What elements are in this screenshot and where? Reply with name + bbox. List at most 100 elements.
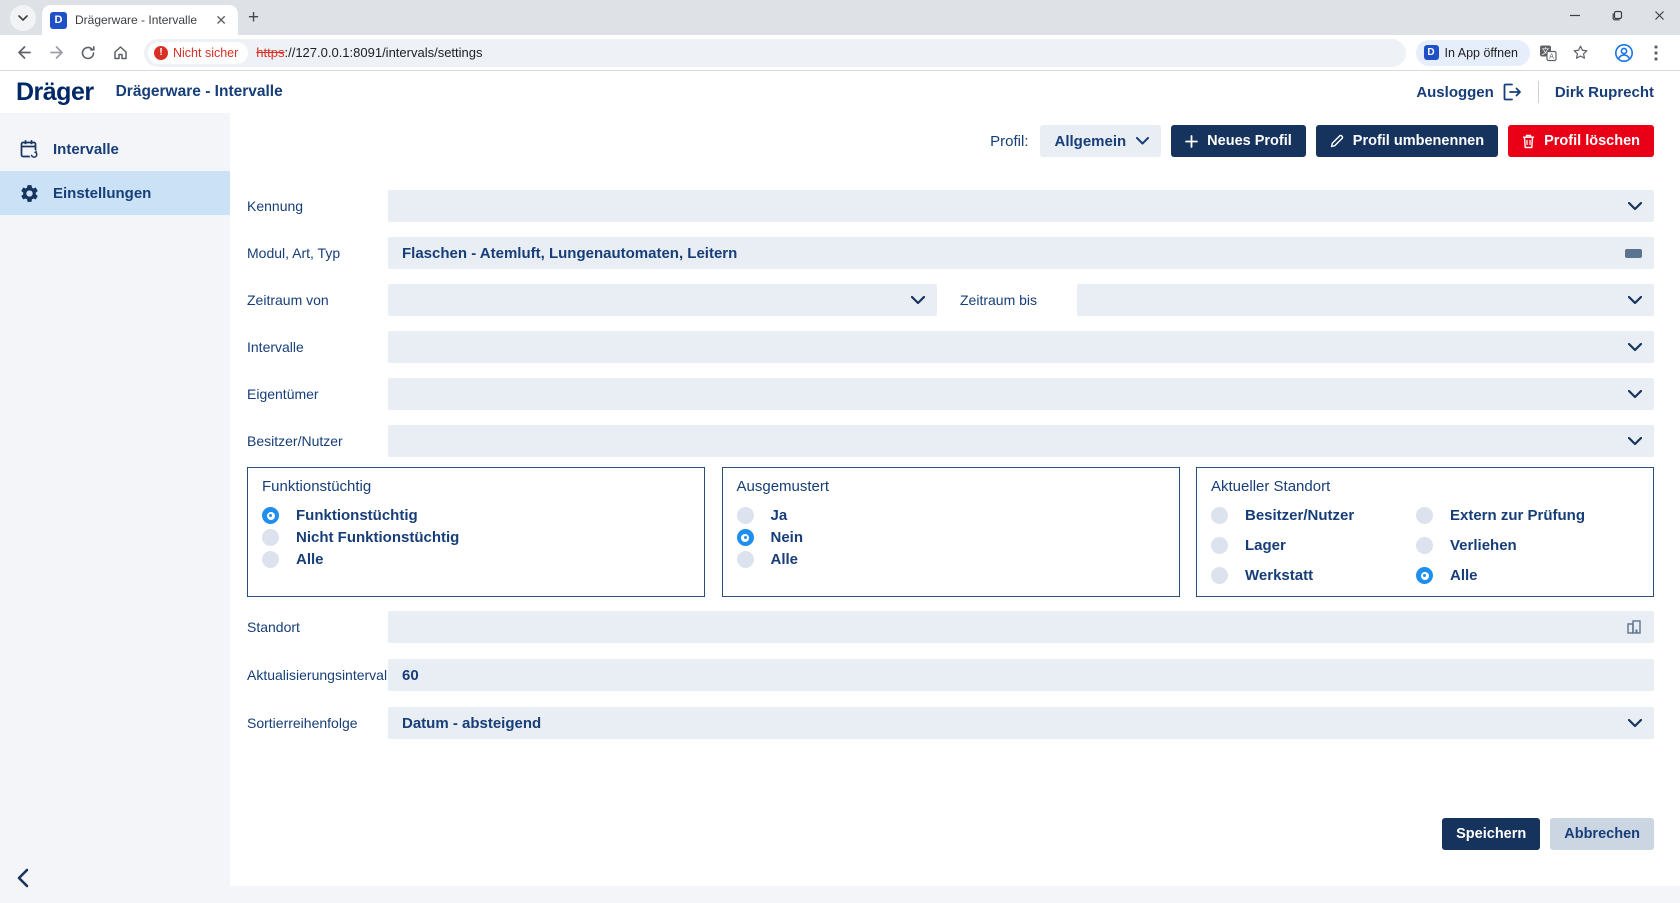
radio-icon[interactable] bbox=[1211, 567, 1228, 584]
new-tab-button[interactable]: + bbox=[248, 7, 259, 29]
profile-label: Profil: bbox=[990, 133, 1028, 150]
chevron-down-icon bbox=[1628, 296, 1642, 305]
radio-groups-row: Funktionstüchtig Funktionstüchtig Nicht … bbox=[247, 467, 1654, 597]
open-in-app-button[interactable]: D In App öffnen bbox=[1416, 40, 1530, 66]
radio-label: Alle bbox=[771, 551, 799, 568]
radio-option-nein[interactable]: Nein bbox=[737, 529, 1165, 546]
field-label: Kennung bbox=[247, 198, 388, 214]
tab-search-button[interactable] bbox=[10, 5, 36, 31]
radio-selected-icon[interactable] bbox=[1416, 567, 1433, 584]
radio-option-alle[interactable]: Alle bbox=[1416, 567, 1639, 584]
window-maximize-button[interactable] bbox=[1596, 0, 1638, 30]
radio-option-besitzer-nutzer[interactable]: Besitzer/Nutzer bbox=[1211, 507, 1416, 524]
chevron-down-icon bbox=[911, 296, 925, 305]
profile-avatar-button[interactable] bbox=[1610, 39, 1638, 67]
app-header: Dräger Drägerware - Intervalle Ausloggen… bbox=[0, 71, 1680, 113]
chevron-down-icon bbox=[1628, 390, 1642, 399]
besitzer-select[interactable] bbox=[388, 425, 1654, 457]
back-button[interactable] bbox=[10, 39, 38, 67]
forward-button[interactable] bbox=[42, 39, 70, 67]
modul-select[interactable]: Flaschen - Atemluft, Lungenautomaten, Le… bbox=[388, 237, 1654, 269]
radio-icon[interactable] bbox=[1416, 537, 1433, 554]
radio-option-extern-zur-pruefung[interactable]: Extern zur Prüfung bbox=[1416, 507, 1639, 524]
zeitraum-von-select[interactable] bbox=[388, 284, 937, 316]
group-title: Ausgemustert bbox=[737, 478, 1165, 495]
browser-tabstrip: D Drägerware - Intervalle ✕ + bbox=[0, 0, 1680, 35]
radio-label: Besitzer/Nutzer bbox=[1245, 507, 1354, 524]
radio-option-ja[interactable]: Ja bbox=[737, 507, 1165, 524]
radio-icon[interactable] bbox=[737, 551, 754, 568]
group-title: Funktionstüchtig bbox=[262, 478, 690, 495]
radio-option-lager[interactable]: Lager bbox=[1211, 537, 1416, 554]
draegerware-favicon: D bbox=[50, 12, 67, 29]
eigentuemer-select[interactable] bbox=[388, 378, 1654, 410]
rename-profile-label: Profil umbenennen bbox=[1353, 133, 1484, 149]
radio-option-alle[interactable]: Alle bbox=[262, 551, 690, 568]
window-minimize-button[interactable] bbox=[1554, 0, 1596, 30]
radio-icon[interactable] bbox=[737, 507, 754, 524]
form-actions: Speichern Abbrechen bbox=[247, 818, 1654, 850]
delete-profile-button[interactable]: Profil löschen bbox=[1508, 125, 1654, 157]
intervalle-select[interactable] bbox=[388, 331, 1654, 363]
draeger-logo: Dräger bbox=[16, 78, 94, 107]
aktualisierungsintervall-input[interactable]: 60 bbox=[388, 659, 1654, 691]
field-label: Intervalle bbox=[247, 339, 388, 355]
field-label: Sortierreihenfolge bbox=[247, 715, 388, 731]
rename-profile-button[interactable]: Profil umbenennen bbox=[1316, 125, 1498, 157]
sidebar: Intervalle Einstellungen bbox=[0, 113, 230, 903]
app-icon: D bbox=[1424, 45, 1439, 60]
sortierreihenfolge-select[interactable]: Datum - absteigend bbox=[388, 707, 1654, 739]
radio-label: Nein bbox=[771, 529, 804, 546]
kennung-select[interactable] bbox=[388, 190, 1654, 222]
tab-close-icon[interactable]: ✕ bbox=[212, 12, 230, 29]
radio-selected-icon[interactable] bbox=[262, 507, 279, 524]
calendar-sync-icon bbox=[18, 139, 40, 160]
address-bar[interactable]: ! Nicht sicher https://127.0.0.1:8091/in… bbox=[144, 39, 1406, 67]
radio-icon[interactable] bbox=[1416, 507, 1433, 524]
form-row-standort: Standort bbox=[247, 611, 1654, 643]
form-row-kennung: Kennung bbox=[247, 190, 1654, 222]
sidebar-item-einstellungen[interactable]: Einstellungen bbox=[0, 171, 230, 215]
profile-toolbar: Profil: Allgemein Neues Profil Profil um… bbox=[247, 125, 1654, 157]
sidebar-collapse-button[interactable] bbox=[16, 868, 29, 893]
header-divider bbox=[1538, 81, 1539, 103]
chevron-down-icon bbox=[1136, 137, 1149, 145]
browser-menu-button[interactable] bbox=[1642, 39, 1670, 67]
zeitraum-bis-select[interactable] bbox=[1077, 284, 1654, 316]
logout-label: Ausloggen bbox=[1416, 84, 1494, 101]
radio-icon[interactable] bbox=[262, 529, 279, 546]
chevron-down-icon bbox=[1628, 343, 1642, 352]
form-row-sortierreihenfolge: Sortierreihenfolge Datum - absteigend bbox=[247, 707, 1654, 739]
bookmark-button[interactable] bbox=[1566, 39, 1594, 67]
logout-button[interactable]: Ausloggen bbox=[1416, 83, 1522, 101]
standort-picker[interactable] bbox=[388, 611, 1654, 643]
home-button[interactable] bbox=[106, 39, 134, 67]
translate-button[interactable]: 文A bbox=[1534, 39, 1562, 67]
radio-option-werkstatt[interactable]: Werkstatt bbox=[1211, 567, 1416, 584]
trash-icon bbox=[1522, 134, 1535, 149]
field-label: Eigentümer bbox=[247, 386, 388, 402]
security-badge[interactable]: ! Nicht sicher bbox=[148, 42, 248, 64]
radio-icon[interactable] bbox=[1211, 537, 1228, 554]
new-profile-button[interactable]: Neues Profil bbox=[1171, 125, 1306, 157]
browser-tab[interactable]: D Drägerware - Intervalle ✕ bbox=[42, 5, 238, 35]
user-name: Dirk Ruprecht bbox=[1555, 84, 1654, 101]
maximize-icon bbox=[1612, 10, 1623, 21]
radio-option-verliehen[interactable]: Verliehen bbox=[1416, 537, 1639, 554]
group-aktueller-standort: Aktueller Standort Besitzer/Nutzer Exter… bbox=[1196, 467, 1654, 597]
field-label: Standort bbox=[247, 619, 388, 635]
window-close-button[interactable] bbox=[1638, 0, 1680, 30]
radio-option-alle[interactable]: Alle bbox=[737, 551, 1165, 568]
sidebar-item-intervalle[interactable]: Intervalle bbox=[0, 127, 230, 171]
profile-select[interactable]: Allgemein bbox=[1040, 125, 1161, 157]
radio-icon[interactable] bbox=[1211, 507, 1228, 524]
cancel-button[interactable]: Abbrechen bbox=[1550, 818, 1654, 850]
radio-selected-icon[interactable] bbox=[737, 529, 754, 546]
reload-button[interactable] bbox=[74, 39, 102, 67]
radio-icon[interactable] bbox=[262, 551, 279, 568]
radio-option-nicht-funktionstuechtig[interactable]: Nicht Funktionstüchtig bbox=[262, 529, 690, 546]
group-ausgemustert: Ausgemustert Ja Nein Alle bbox=[722, 467, 1180, 597]
save-button[interactable]: Speichern bbox=[1442, 818, 1540, 850]
radio-option-funktionstuechtig[interactable]: Funktionstüchtig bbox=[262, 507, 690, 524]
radio-label: Ja bbox=[771, 507, 788, 524]
